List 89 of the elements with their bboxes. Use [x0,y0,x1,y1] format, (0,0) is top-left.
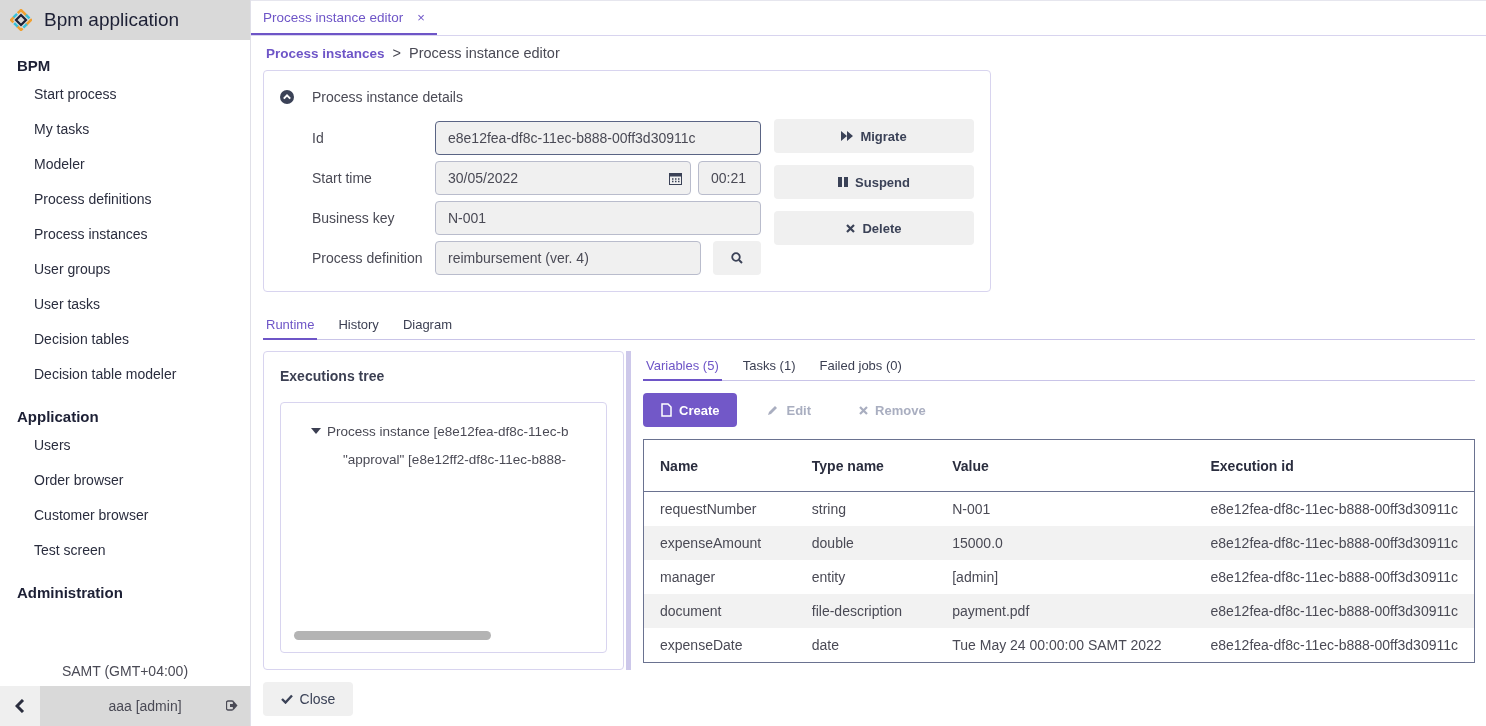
checkmark-icon [280,694,293,704]
text-field[interactable]: N-001 [435,201,761,235]
field-label: Process definition [312,250,424,266]
close-icon [846,223,856,233]
table-cell: expenseAmount [643,526,796,560]
variables-tab[interactable]: Tasks (1) [739,351,799,381]
table-cell: e8e12fea-df8c-11ec-b888-00ff3d30911c [1194,526,1475,560]
field-label: Id [312,130,325,146]
menu-item[interactable]: Order browser [0,462,250,497]
table-cell: double [795,526,937,560]
lookup-field[interactable]: reimbursement (ver. 4) [435,241,701,275]
action-button[interactable]: Suspend [774,165,974,199]
section-title: Process instance details [312,89,463,105]
menu-item[interactable]: Process definitions [0,181,250,216]
search-button[interactable] [713,241,761,275]
menu-item[interactable]: Customer browser [0,497,250,532]
search-icon [731,252,743,264]
section-tab[interactable]: Diagram [399,310,455,340]
expanded-arrow-icon[interactable] [311,428,321,434]
table-cell: Tue May 24 00:00:00 SAMT 2022 [936,628,1195,663]
pencil-icon [767,404,780,416]
split-handle[interactable] [626,351,631,670]
date-field[interactable]: 30/05/2022 [435,161,691,195]
collapse-button[interactable] [0,686,40,726]
tree-node[interactable]: "approval" [e8e12ff2-df8c-11ec-b888- [343,451,566,467]
table-cell: e8e12fea-df8c-11ec-b888-00ff3d30911c [1194,628,1475,663]
pause-icon [838,177,849,187]
time-field[interactable]: 00:21 [698,161,761,195]
close-icon [859,405,869,415]
document-icon [661,403,672,417]
chevron-left-icon [15,699,25,713]
table-cell: entity [795,560,937,594]
menu-section-title: Administration [16,583,124,598]
close-button[interactable]: Close [263,682,353,716]
menu-item[interactable]: Decision tables [0,321,250,356]
table-cell: e8e12fea-df8c-11ec-b888-00ff3d30911c [1194,594,1475,628]
menu-item[interactable]: User groups [0,251,250,286]
table-cell: N-001 [936,491,1195,526]
breadcrumb-separator: > [392,45,402,61]
fast-forward-icon [841,131,854,141]
field-label: Start time [312,170,373,186]
variables-tab[interactable]: Variables (5) [643,351,722,381]
text-field[interactable]: e8e12fea-df8c-11ec-b888-00ff3d30911c [435,121,761,155]
table-cell: requestNumber [643,491,796,526]
logo-icon [10,9,32,31]
breadcrumb-current: Process instance editor [409,45,560,61]
logout-icon[interactable] [226,700,238,711]
column-header[interactable]: Type name [795,439,937,492]
table-cell: date [795,628,937,663]
menu-item[interactable]: My tasks [0,111,250,146]
menu-item[interactable]: Start process [0,76,250,111]
column-header[interactable]: Value [936,439,1195,492]
app-title: Bpm application [44,9,180,31]
menu-section-title: BPM [16,56,52,71]
menu-item[interactable]: Users [0,427,250,462]
editor-tab[interactable]: Process instance editor × [251,1,437,35]
table-cell: file-description [795,594,937,628]
collapse-icon[interactable] [280,90,294,104]
menu-item[interactable]: Test screen [0,532,250,567]
calendar-icon [669,171,682,185]
menu-item[interactable]: Decision table modeler [0,356,250,391]
table-cell: document [643,594,796,628]
timezone-label: SAMT (GMT+04:00) [60,663,190,681]
table-cell: [admin] [936,560,1195,594]
variables-tab[interactable]: Failed jobs (0) [816,351,905,381]
table-cell: 15000.0 [936,526,1195,560]
scrollbar[interactable] [294,631,491,640]
table-cell: expenseDate [643,628,796,663]
field-label: Business key [312,210,396,226]
column-header[interactable]: Name [643,439,796,492]
toolbar-button[interactable]: Create [643,393,738,427]
tree-node[interactable]: Process instance [e8e12fea-df8c-11ec-b [327,423,569,439]
breadcrumb-link[interactable]: Process instances [266,45,385,61]
table-cell: string [795,491,937,526]
section-tab[interactable]: History [335,310,382,340]
action-button[interactable]: Migrate [774,119,974,153]
table-cell: payment.pdf [936,594,1195,628]
user-name[interactable]: aaa [admin] [108,698,182,714]
column-header[interactable]: Execution id [1194,439,1475,492]
table-cell: manager [643,560,796,594]
table-cell: e8e12fea-df8c-11ec-b888-00ff3d30911c [1194,560,1475,594]
menu-item[interactable]: Modeler [0,146,250,181]
action-button[interactable]: Delete [774,211,974,245]
section-tab[interactable]: Runtime [263,310,318,340]
menu-item[interactable]: Process instances [0,216,250,251]
table-cell: e8e12fea-df8c-11ec-b888-00ff3d30911c [1194,491,1475,526]
menu-item[interactable]: User tasks [0,286,250,321]
panel-title: Executions tree [280,368,386,384]
close-tab-button[interactable]: × [413,9,429,25]
